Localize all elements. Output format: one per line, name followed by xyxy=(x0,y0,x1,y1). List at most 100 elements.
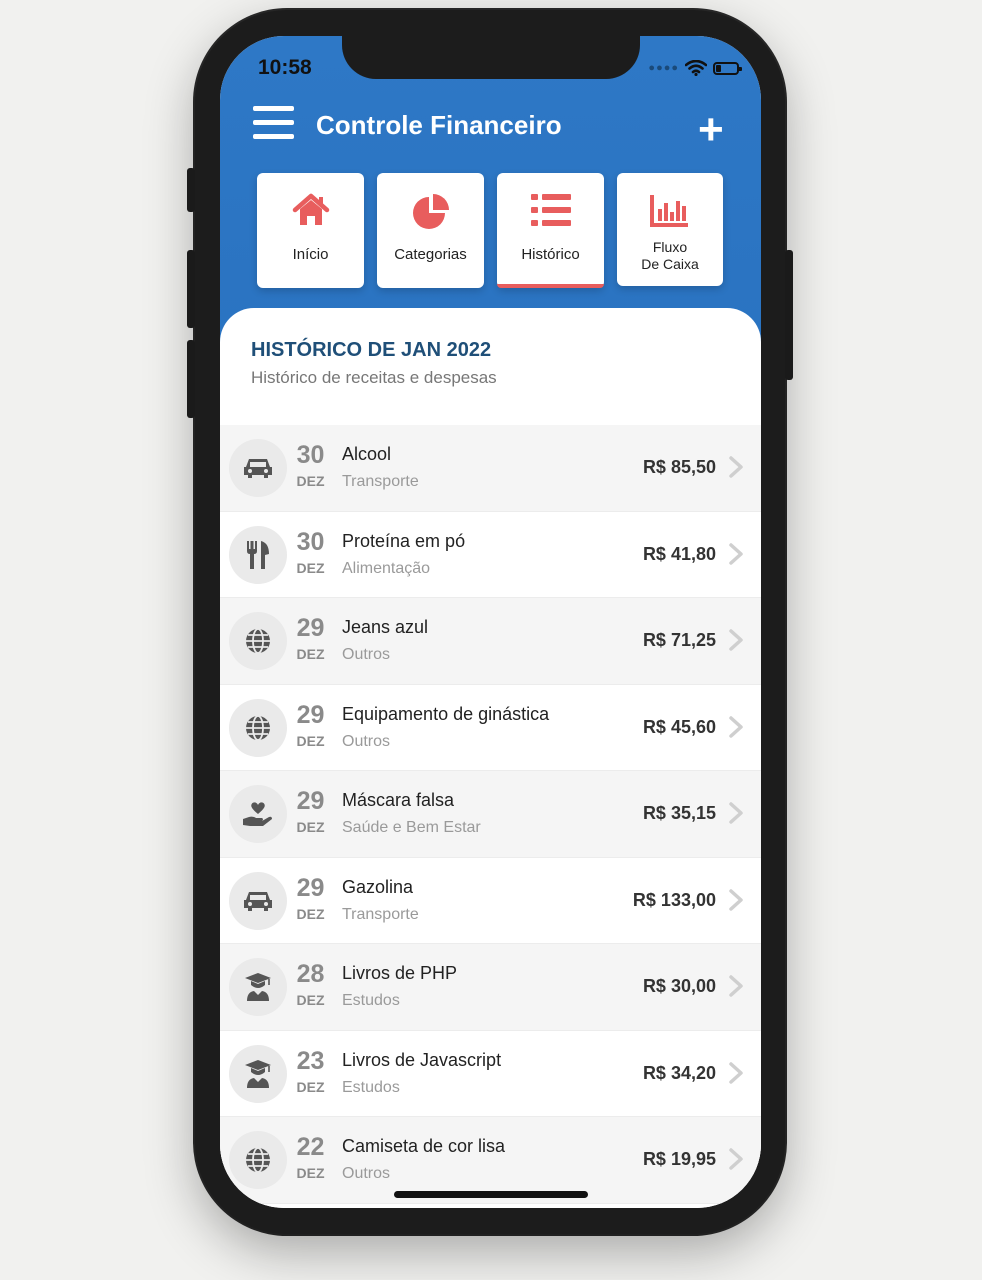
tab-label-line2: De Caixa xyxy=(641,256,699,272)
transaction-row[interactable]: 29 DEZ Máscara falsa Saúde e Bem Estar R$ 35… xyxy=(220,771,761,858)
history-title: HISTÓRICO DE JAN 2022 xyxy=(251,339,492,361)
transaction-day: 30 xyxy=(296,441,325,469)
utensils-icon xyxy=(229,525,287,584)
transaction-amount: R$ 19,95 xyxy=(642,1149,716,1169)
transaction-month: DEZ xyxy=(296,1165,325,1181)
transaction-category: Saúde e Bem Estar xyxy=(342,819,481,836)
transaction-description: Alcool xyxy=(342,444,392,464)
menu-icon[interactable] xyxy=(253,106,294,140)
wifi-icon xyxy=(685,60,707,76)
transaction-row[interactable]: 28 DEZ Livros de PHP Estudos R$ 30,00 xyxy=(220,944,761,1031)
tab-categorias[interactable]: Categorias xyxy=(377,173,484,288)
transaction-month: DEZ xyxy=(296,732,325,749)
battery-icon xyxy=(713,61,742,75)
transaction-row[interactable]: 29 DEZ Jeans azul Outros R$ 71,25 xyxy=(220,598,761,685)
car-icon xyxy=(229,439,287,497)
tab-inicio[interactable]: Início xyxy=(257,173,364,288)
globe-icon xyxy=(229,698,287,757)
transaction-day: 23 xyxy=(296,1046,325,1075)
transaction-amount: R$ 133,00 xyxy=(632,889,716,910)
transaction-month: DEZ xyxy=(296,905,325,922)
transaction-list: 30 DEZ Alcool Transporte R$ 85,50 30 DEZ Prote… xyxy=(220,425,761,1204)
status-icons: ●●●● xyxy=(648,60,742,76)
transaction-row[interactable]: 29 DEZ Gazolina Transporte R$ 133,00 xyxy=(220,857,761,944)
graduate-icon xyxy=(229,1044,287,1103)
transaction-description: Livros de Javascript xyxy=(342,1049,502,1070)
transaction-day: 30 xyxy=(296,527,325,556)
chevron-right-icon xyxy=(725,715,747,738)
bar-chart-icon xyxy=(617,193,723,229)
phone-screen: 10:58 ●●●● Controle Financeiro + Início xyxy=(220,36,761,1208)
transaction-amount: R$ 30,00 xyxy=(642,976,716,996)
tab-historico[interactable]: Histórico xyxy=(497,173,604,288)
transaction-description: Livros de PHP xyxy=(342,963,458,983)
transaction-month: DEZ xyxy=(296,1078,325,1095)
transaction-description: Equipamento de ginástica xyxy=(342,703,550,724)
chevron-right-icon xyxy=(725,801,747,824)
transaction-category: Transporte xyxy=(342,473,419,490)
chevron-right-icon xyxy=(725,974,747,997)
hand-heart-icon xyxy=(229,785,287,843)
tab-label: Histórico xyxy=(521,246,580,263)
transaction-row[interactable]: 30 DEZ Alcool Transporte R$ 85,50 xyxy=(220,425,761,512)
transaction-day: 28 xyxy=(296,960,325,988)
transaction-row[interactable]: 23 DEZ Livros de Javascript Estudos R$ 34,20 xyxy=(220,1030,761,1117)
transaction-category: Outros xyxy=(342,732,391,750)
mute-switch xyxy=(187,168,195,212)
transaction-row[interactable]: 29 DEZ Equipamento de ginástica Outros R$ 45… xyxy=(220,684,761,771)
transaction-description: Proteína em pó xyxy=(342,530,466,551)
transaction-month: DEZ xyxy=(296,992,325,1008)
transaction-month: DEZ xyxy=(296,559,325,576)
transaction-day: 29 xyxy=(296,873,325,902)
transaction-description: Gazolina xyxy=(342,876,414,897)
globe-icon xyxy=(229,612,287,670)
transaction-description: Máscara falsa xyxy=(342,790,455,810)
chevron-right-icon xyxy=(725,888,747,911)
car-icon xyxy=(229,871,287,930)
transaction-amount: R$ 34,20 xyxy=(642,1062,716,1083)
transaction-category: Transporte xyxy=(342,905,419,923)
status-time: 10:58 xyxy=(258,56,312,79)
tab-label-line1: Fluxo xyxy=(652,239,688,255)
add-button[interactable]: + xyxy=(698,108,724,152)
chevron-right-icon xyxy=(725,628,747,651)
transaction-month: DEZ xyxy=(296,646,325,662)
tab-label: Categorias xyxy=(394,246,467,263)
transaction-day: 29 xyxy=(296,700,325,729)
transaction-amount: R$ 85,50 xyxy=(642,457,716,477)
chevron-right-icon xyxy=(725,1061,747,1084)
transaction-amount: R$ 41,80 xyxy=(642,543,716,564)
list-icon xyxy=(497,193,604,229)
volume-down-button xyxy=(187,340,195,418)
globe-icon xyxy=(229,1131,287,1189)
tab-label: Início xyxy=(292,246,329,263)
transaction-amount: R$ 35,15 xyxy=(642,803,716,823)
transaction-category: Estudos xyxy=(342,992,400,1009)
transaction-day: 29 xyxy=(296,614,325,642)
home-indicator[interactable] xyxy=(394,1191,588,1198)
transaction-category: Outros xyxy=(342,1165,391,1182)
pie-chart-icon xyxy=(377,193,484,229)
transaction-description: Jeans azul xyxy=(342,617,429,637)
graduate-icon xyxy=(229,958,287,1016)
signal-icon: ●●●● xyxy=(648,62,679,74)
transaction-amount: R$ 45,60 xyxy=(642,716,716,737)
transaction-month: DEZ xyxy=(296,473,325,489)
transaction-day: 22 xyxy=(296,1133,325,1161)
notch xyxy=(342,36,640,79)
chevron-right-icon xyxy=(725,542,747,565)
tab-label: Fluxo De Caixa xyxy=(617,239,723,273)
history-subtitle: Histórico de receitas e despesas xyxy=(251,368,497,387)
transaction-category: Outros xyxy=(342,646,391,663)
tab-fluxo-de-caixa[interactable]: Fluxo De Caixa xyxy=(617,173,723,286)
transaction-description: Camiseta de cor lisa xyxy=(342,1136,506,1156)
app-title: Controle Financeiro xyxy=(316,110,562,140)
transaction-month: DEZ xyxy=(296,819,325,835)
volume-up-button xyxy=(187,250,195,328)
chevron-right-icon xyxy=(725,1147,747,1170)
transaction-day: 29 xyxy=(296,787,325,815)
transaction-category: Alimentação xyxy=(342,559,431,577)
transaction-row[interactable]: 30 DEZ Proteína em pó Alimentação R$ 41,80 xyxy=(220,511,761,598)
home-icon xyxy=(257,193,364,229)
chevron-right-icon xyxy=(725,455,747,478)
